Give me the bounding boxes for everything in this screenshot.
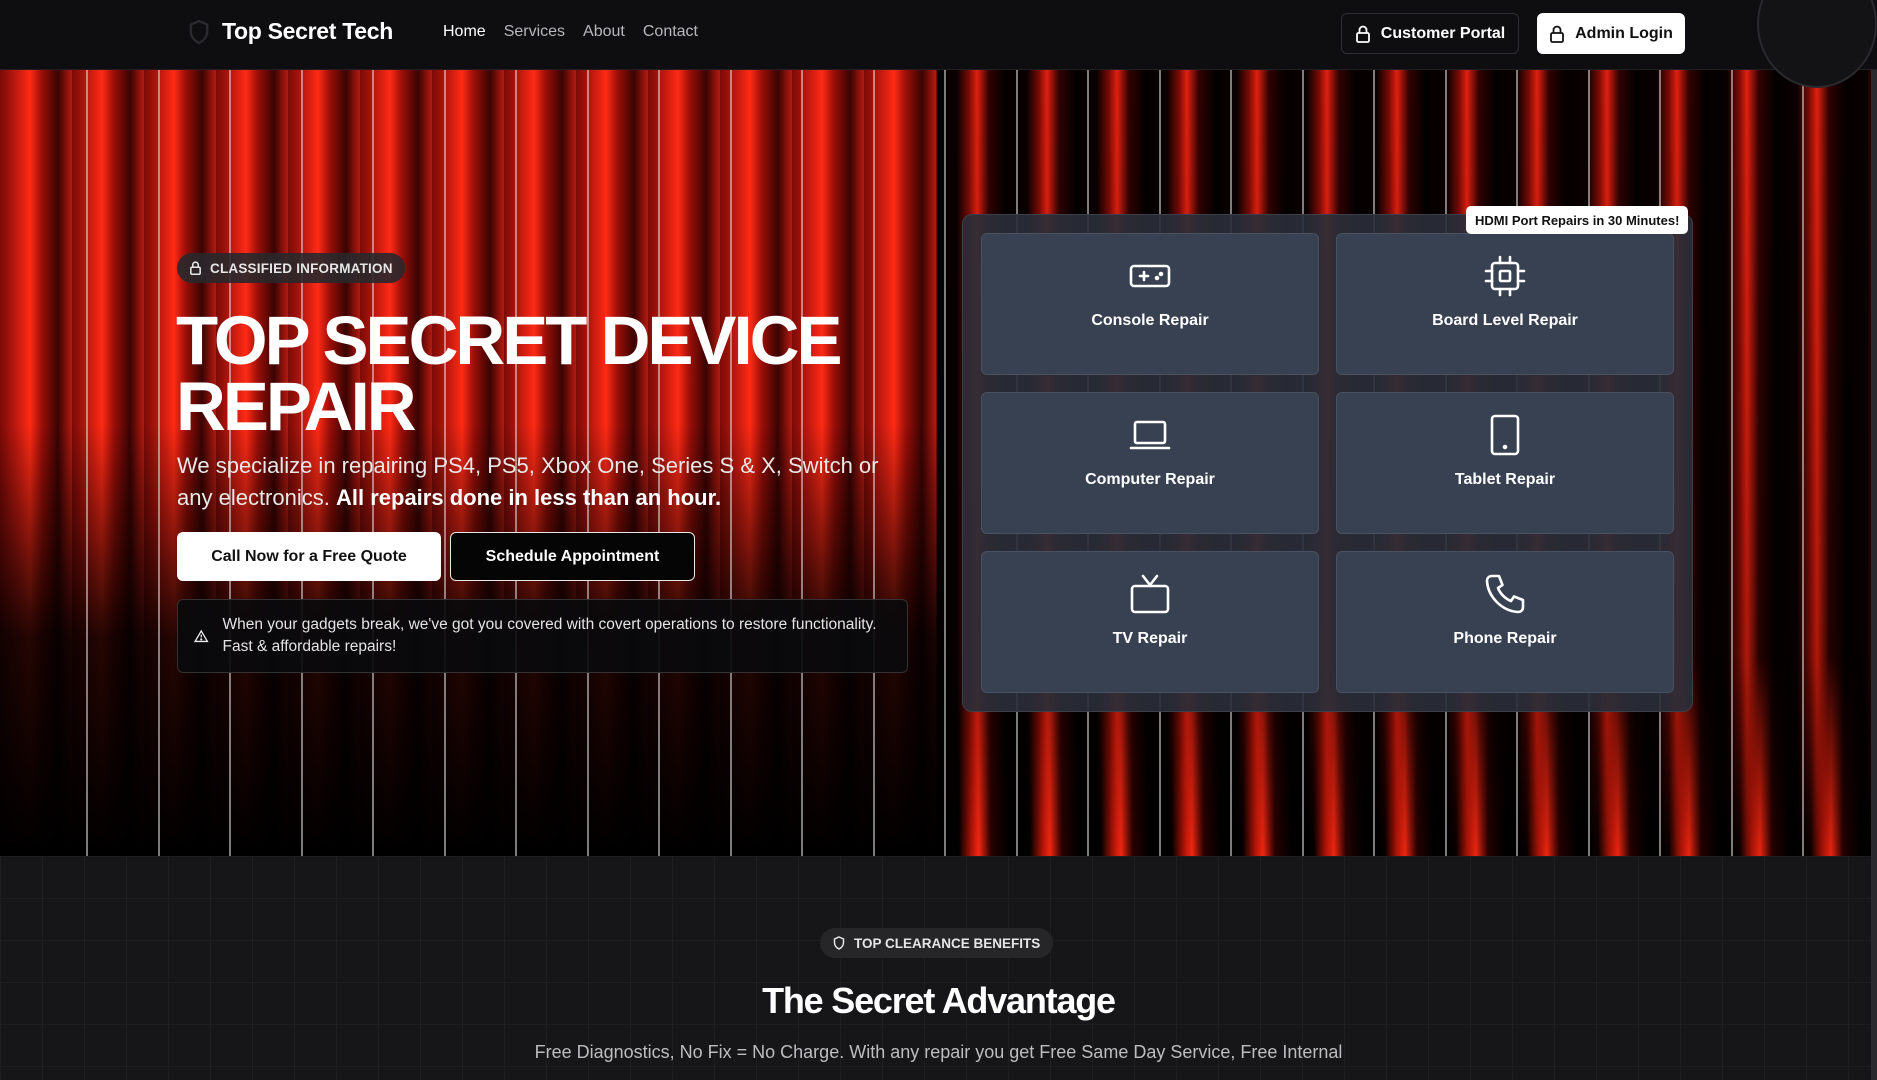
nav-link-about[interactable]: About: [583, 23, 625, 41]
classified-badge: CLASSIFIED INFORMATION: [177, 253, 405, 283]
service-card-computer[interactable]: Computer Repair: [981, 392, 1319, 534]
advantage-text: Free Diagnostics, No Fix = No Charge. Wi…: [534, 1042, 1343, 1062]
phone-icon: [1485, 574, 1525, 614]
light-line: [158, 70, 160, 856]
notice-box: When your gadgets break, we've got you c…: [177, 599, 908, 673]
lock-icon: [190, 261, 201, 275]
brand-name: Top Secret Tech: [222, 18, 394, 44]
advantage-title: The Secret Advantage: [762, 980, 1116, 1021]
nav-links: Home Services About Contact: [443, 23, 698, 41]
light-line: [1802, 70, 1804, 856]
lock-icon: [1550, 25, 1565, 43]
top-navbar: Top Secret Tech Home Services About Cont…: [0, 0, 1877, 88]
light-line: [1731, 70, 1733, 856]
light-line: [944, 70, 946, 856]
hero-subtitle-bold: All repairs done in less than an hour.: [335, 485, 722, 510]
nav-link-contact[interactable]: Contact: [643, 23, 698, 41]
hero-subtitle: We specialize in repairing PS4, PS5, Xbo…: [177, 450, 897, 514]
service-card-tv[interactable]: TV Repair: [981, 551, 1319, 693]
service-card-board-level[interactable]: Board Level Repair: [1336, 233, 1674, 375]
warning-icon: [194, 629, 209, 643]
clearance-badge-label: TOP CLEARANCE BENEFITS: [854, 935, 1041, 951]
schedule-appointment-button[interactable]: Schedule Appointment: [450, 532, 695, 581]
brand[interactable]: Top Secret Tech: [188, 18, 393, 45]
clearance-badge: TOP CLEARANCE BENEFITS: [820, 928, 1054, 958]
lock-icon: [1355, 25, 1370, 43]
customer-portal-label: Customer Portal: [1380, 24, 1506, 42]
nav-link-home[interactable]: Home: [443, 23, 486, 41]
service-card-tablet[interactable]: Tablet Repair: [1336, 392, 1674, 534]
call-now-button[interactable]: Call Now for a Free Quote: [177, 532, 441, 581]
shield-icon: [833, 936, 845, 950]
service-card-console[interactable]: Console Repair: [981, 233, 1319, 375]
classified-badge-label: CLASSIFIED INFORMATION: [210, 260, 393, 276]
service-card-label: Computer Repair: [1085, 471, 1215, 488]
admin-login-label: Admin Login: [1575, 24, 1673, 42]
admin-login-button[interactable]: Admin Login: [1537, 13, 1685, 54]
hdmi-promo-badge: HDMI Port Repairs in 30 Minutes!: [1466, 206, 1689, 234]
service-card-label: Board Level Repair: [1432, 312, 1578, 329]
shield-icon: [189, 19, 209, 44]
service-card-label: Phone Repair: [1453, 630, 1557, 647]
window-edge: [1871, 0, 1877, 1080]
service-card-label: TV Repair: [1112, 630, 1188, 647]
service-card-phone[interactable]: Phone Repair: [1336, 551, 1674, 693]
notice-text: When your gadgets break, we've got you c…: [222, 616, 877, 655]
service-card-label: Tablet Repair: [1454, 471, 1556, 488]
chip-icon: [1484, 255, 1526, 297]
customer-portal-button[interactable]: Customer Portal: [1341, 13, 1519, 54]
tablet-icon: [1490, 414, 1520, 456]
hero-title: TOP SECRET DEVICE REPAIR: [176, 302, 842, 445]
light-line: [86, 70, 88, 856]
tv-icon: [1130, 574, 1170, 614]
advantage-section: TOP CLEARANCE BENEFITS The Secret Advant…: [0, 856, 1877, 1080]
nav-link-services[interactable]: Services: [504, 23, 565, 41]
gamepad-icon: [1129, 264, 1171, 288]
hero-section: CLASSIFIED INFORMATION TOP SECRET DEVICE…: [0, 70, 1877, 856]
service-card-label: Console Repair: [1091, 312, 1209, 329]
laptop-icon: [1129, 420, 1171, 450]
